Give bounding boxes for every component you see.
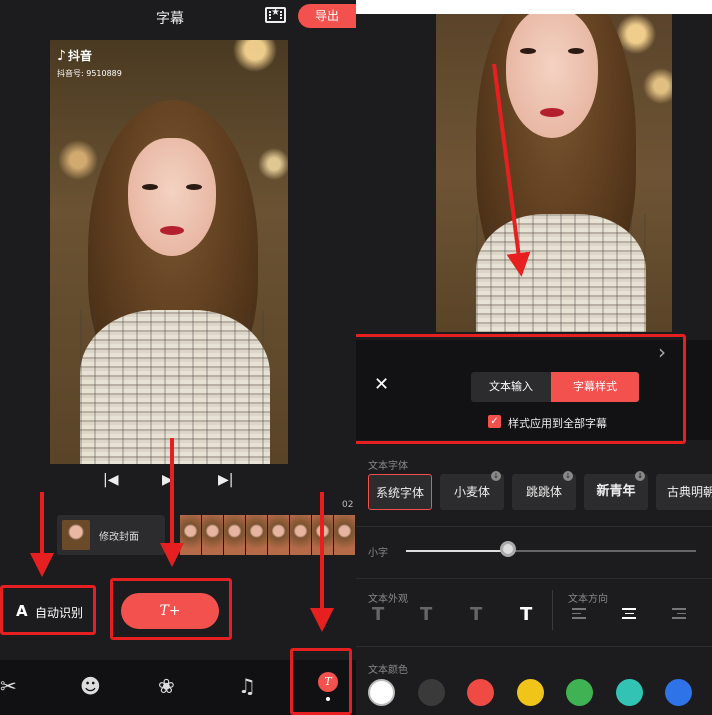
eye xyxy=(520,48,536,54)
color-swatch[interactable] xyxy=(368,679,395,706)
style-panel-highlight xyxy=(356,334,686,444)
timeline-frame xyxy=(268,515,290,555)
edit-cover-button[interactable]: 修改封面 xyxy=(57,515,165,555)
tiktok-watermark: ♪ 抖音 xyxy=(57,47,92,64)
timeline-track[interactable] xyxy=(180,515,356,555)
add-text-highlight: T+ xyxy=(110,578,232,640)
top-bar: 字幕 导出 xyxy=(0,0,356,34)
download-icon: ↓ xyxy=(491,471,501,481)
music-icon[interactable]: ♫ xyxy=(238,674,256,698)
color-label: 文本颜色 xyxy=(368,665,408,676)
timeline-frame xyxy=(202,515,224,555)
timeline-frame xyxy=(180,515,202,555)
font-option-gudian[interactable]: 古典明朝 xyxy=(656,474,712,510)
font-label: 小麦体 xyxy=(453,485,490,499)
tiktok-brand: 抖音 xyxy=(67,49,92,63)
color-swatch[interactable] xyxy=(467,679,494,706)
top-strip xyxy=(356,0,712,14)
subject-face xyxy=(128,138,216,256)
cover-film-icon[interactable] xyxy=(265,7,286,23)
vertical-divider xyxy=(552,590,553,630)
tiktok-id: 抖音号: 9510889 xyxy=(57,69,122,78)
font-option-system[interactable]: 系统字体 xyxy=(368,474,432,510)
divider xyxy=(356,646,712,647)
size-slider-fill xyxy=(406,550,508,552)
font-label: 新青年 xyxy=(596,484,636,499)
font-section-label: 文本字体 xyxy=(368,461,408,472)
timeline-frame xyxy=(246,515,268,555)
size-slider-knob[interactable] xyxy=(499,541,516,557)
timeline-time: 02 xyxy=(342,500,354,510)
size-label: 小字 xyxy=(368,548,388,559)
lips xyxy=(160,226,184,235)
next-icon[interactable]: ▶| xyxy=(218,472,233,488)
cover-label: 修改封面 xyxy=(99,532,139,543)
eye xyxy=(142,184,158,190)
divider xyxy=(356,526,712,527)
timeline-frame xyxy=(290,515,312,555)
left-screen: 字幕 导出 ♪抖音 抖音号: 9510889 |◀ ▶ ▶| 02 修改封面 A xyxy=(0,0,356,715)
align-left-icon[interactable] xyxy=(572,608,586,620)
add-text-button[interactable]: T+ xyxy=(121,593,219,629)
color-swatch[interactable] xyxy=(516,679,544,706)
timeline-frame xyxy=(224,515,246,555)
color-swatch[interactable] xyxy=(417,679,445,706)
download-icon: ↓ xyxy=(635,471,645,481)
scissors-icon[interactable]: ✂ xyxy=(0,674,17,698)
download-icon: ↓ xyxy=(563,471,573,481)
color-swatch[interactable] xyxy=(665,679,692,706)
appearance-label: 文本外观 xyxy=(368,594,408,605)
size-slider[interactable] xyxy=(406,550,696,552)
timeline-frame xyxy=(334,515,356,555)
align-right-icon[interactable] xyxy=(672,608,686,620)
auto-recognize-label: 自动识别 xyxy=(35,606,84,620)
tiktok-note-icon: ♪ xyxy=(57,48,66,64)
filter-icon[interactable]: ❀ xyxy=(158,674,175,698)
font-option-tiaotiao[interactable]: 跳跳体 ↓ xyxy=(512,471,576,510)
font-list: 系统字体 小麦体 ↓ 跳跳体 ↓ 新青年 ↓ 古典明朝 xyxy=(368,471,712,512)
text-style-stroke-icon[interactable]: T xyxy=(420,604,432,625)
active-dot xyxy=(326,697,330,701)
eye xyxy=(186,184,202,190)
auto-a-icon: A xyxy=(16,602,28,620)
subject-face xyxy=(506,14,598,138)
video-preview: ♪ 抖音 抖音号: 9510889 xyxy=(50,40,288,464)
video-preview-zoomed xyxy=(436,14,672,332)
font-option-xiaomai[interactable]: 小麦体 ↓ xyxy=(440,471,504,510)
color-swatch[interactable] xyxy=(566,679,593,706)
lips xyxy=(540,108,564,117)
subject-shirt xyxy=(476,214,646,332)
text-style-outline-icon[interactable]: T xyxy=(520,604,532,625)
subtitle-tab-icon[interactable]: T xyxy=(318,672,338,692)
subject-shirt xyxy=(80,310,270,464)
text-style-plain-icon[interactable]: T xyxy=(470,604,482,625)
align-center-icon[interactable] xyxy=(622,608,636,620)
play-icon[interactable]: ▶ xyxy=(162,472,173,488)
right-screen: › ✕ 文本输入 字幕样式 ✓ 样式应用到全部字幕 文本字体 系统字体 小麦体 ↓… xyxy=(356,0,712,715)
cover-thumbnail xyxy=(62,520,90,550)
timeline-frame xyxy=(312,515,334,555)
prev-icon[interactable]: |◀ xyxy=(103,472,118,488)
divider xyxy=(356,578,712,579)
color-swatch[interactable] xyxy=(615,679,643,706)
text-style-shadow-icon[interactable]: T xyxy=(372,604,384,625)
auto-recognize-button[interactable]: A 自动识别 xyxy=(0,585,96,635)
sticker-icon[interactable]: ☻ xyxy=(80,674,101,698)
page-title: 字幕 xyxy=(156,11,184,27)
eye xyxy=(568,48,584,54)
font-option-xinqingnian[interactable]: 新青年 ↓ xyxy=(584,471,648,510)
export-button[interactable]: 导出 xyxy=(298,4,356,28)
direction-label: 文本方向 xyxy=(568,594,608,605)
font-label: 跳跳体 xyxy=(525,485,562,499)
